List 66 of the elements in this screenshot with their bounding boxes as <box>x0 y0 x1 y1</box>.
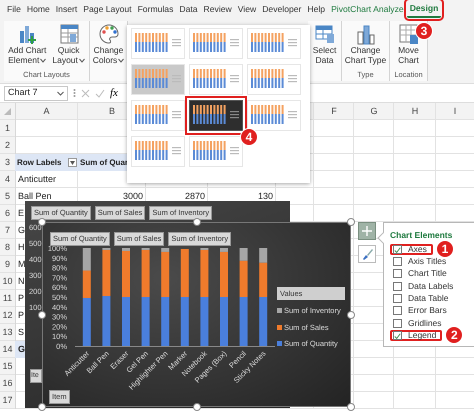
row-header[interactable]: 9 <box>4 259 10 270</box>
row-header[interactable]: 14 <box>2 344 12 355</box>
name-box[interactable]: Chart 7 <box>4 86 68 100</box>
ribbon-tab[interactable]: Help <box>304 2 328 17</box>
row-header[interactable]: 16 <box>2 378 12 389</box>
ribbon-tab[interactable]: View <box>234 2 260 17</box>
column-header[interactable]: B <box>108 106 115 117</box>
row-header[interactable]: 11 <box>2 293 12 304</box>
ribbon-tab[interactable]: Page Layout <box>80 2 135 17</box>
table-cell-text: 2870 <box>184 190 205 203</box>
chart-element-option[interactable]: Data Labels <box>390 280 460 292</box>
ribbon-tab[interactable]: Formulas <box>134 2 176 17</box>
chart-element-option[interactable]: Error Bars <box>390 305 453 316</box>
row-header[interactable]: 15 <box>2 361 12 372</box>
table-cell-text: 3000 <box>122 190 143 203</box>
ribbon-button[interactable]: Add Chart Element <box>6 21 48 69</box>
table-cell-text: Anticutter <box>18 172 56 186</box>
column-header[interactable]: G <box>370 106 378 117</box>
table-cell-text: 130 <box>258 190 273 203</box>
table-cell-text: Ball Pen <box>18 190 52 203</box>
row-header[interactable]: 6 <box>4 208 10 219</box>
row-header[interactable]: 7 <box>4 225 10 236</box>
ribbon-tab[interactable]: Developer <box>259 2 304 17</box>
row-header[interactable]: 4 <box>4 174 10 185</box>
row-header[interactable]: 8 <box>4 242 10 253</box>
ribbon-tab[interactable]: Insert <box>52 2 80 17</box>
table-cell-text: N <box>18 274 24 288</box>
ribbon-button[interactable]: Change Chart Type <box>342 21 388 69</box>
column-header[interactable]: H <box>412 106 418 117</box>
ribbon-tab[interactable]: Review <box>200 2 235 17</box>
column-header[interactable]: A <box>43 106 50 117</box>
row-header[interactable]: 13 <box>2 327 12 338</box>
ribbon-tab[interactable]: File <box>4 2 24 17</box>
row-header[interactable]: 1 <box>4 123 10 134</box>
table-cell-text: E <box>18 206 24 220</box>
ribbon-tab[interactable]: Home <box>24 2 53 17</box>
row-header[interactable]: 17 <box>2 395 12 406</box>
table-cell-text: P <box>18 292 24 305</box>
chart-element-option[interactable]: Axes <box>390 244 433 255</box>
ribbon-button[interactable]: Quick Layout <box>50 21 87 69</box>
ribbon-tab[interactable]: PivotChart Analyze <box>328 2 407 17</box>
chart-element-option[interactable]: Data Table <box>390 292 454 304</box>
table-cell: Row Labels <box>17 156 62 168</box>
insert-function-button[interactable]: fx <box>110 84 118 102</box>
table-cell: Sum of Quar <box>80 156 128 168</box>
table-cell-text: H <box>18 240 24 254</box>
ribbon-button[interactable]: Change Colors <box>90 21 126 81</box>
column-header[interactable]: F <box>331 106 337 117</box>
row-header[interactable]: 3 <box>4 157 10 168</box>
table-cell-text: G <box>18 224 26 237</box>
ribbon-tab[interactable]: Data <box>176 2 201 17</box>
row-header[interactable]: 5 <box>4 191 10 202</box>
row-header[interactable]: 2 <box>4 140 10 151</box>
chart-element-option[interactable]: Legend <box>390 330 442 341</box>
row-header[interactable]: 12 <box>2 310 12 321</box>
chart-element-option[interactable]: Gridlines <box>390 318 448 329</box>
column-header[interactable]: I <box>454 106 456 117</box>
chart-element-option[interactable]: Chart Title <box>390 268 453 280</box>
table-cell-text: M <box>18 258 26 271</box>
panel-title: Chart Elements <box>390 229 454 242</box>
row-header[interactable]: 10 <box>2 276 12 287</box>
table-cell-text: P <box>18 308 24 322</box>
chart-element-option[interactable]: Axis Titles <box>390 256 452 268</box>
table-cell-text: G <box>18 342 26 356</box>
ribbon-tab[interactable]: Design <box>406 1 442 18</box>
table-cell-text: S <box>18 326 24 339</box>
